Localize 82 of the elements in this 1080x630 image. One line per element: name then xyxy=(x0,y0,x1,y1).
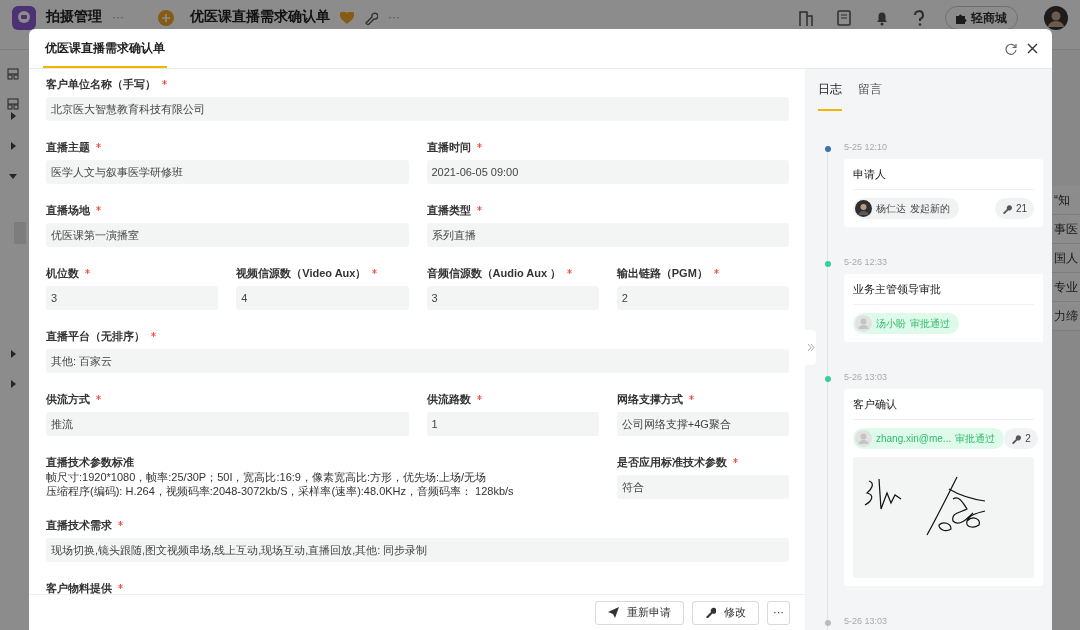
edit-button[interactable]: 修改 xyxy=(692,600,759,625)
timestamp: 5-26 13:03 xyxy=(844,615,888,628)
building-icon[interactable] xyxy=(799,10,813,26)
field-label: 视频信源数（Video Aux） xyxy=(236,265,367,281)
card-title: 客户确认 xyxy=(853,396,897,412)
close-icon[interactable] xyxy=(1027,43,1038,54)
field-label: 直播场地 xyxy=(46,202,90,218)
input-field[interactable]: 系列直播 xyxy=(426,223,789,247)
input-field[interactable]: 其他: 百家云 xyxy=(46,349,789,373)
field-label: 客户单位名称（手写） xyxy=(46,76,156,92)
field-label: 直播类型 xyxy=(426,202,471,218)
input-field[interactable]: 3 xyxy=(46,286,219,310)
timestamp: 5-25 12:10 xyxy=(844,141,888,154)
dialog-title: 优医课直播需求确认单 xyxy=(43,29,167,68)
input-field[interactable]: 推流 xyxy=(46,412,409,436)
input-field[interactable]: 公司网络支撑+4G聚合 xyxy=(616,412,789,436)
field-label: 直播平台（无排序） xyxy=(46,328,145,344)
input-field[interactable]: 1 xyxy=(426,412,599,436)
timestamp: 5-26 12:33 xyxy=(844,256,888,269)
wrench-icon xyxy=(705,607,716,618)
page-title: 优医课直播需求确认单 xyxy=(190,7,330,26)
table-cell-text: “知 xyxy=(1054,192,1070,209)
field-label: 输出链路（PGM） xyxy=(616,265,708,281)
table-cell-text: 事医 xyxy=(1054,221,1078,238)
tab[interactable]: 日志 xyxy=(818,69,842,111)
field-label: 直播时间 xyxy=(426,139,471,155)
more-button[interactable]: ··· xyxy=(767,600,790,625)
field-label: 网络支撑方式 xyxy=(616,391,683,407)
avatar xyxy=(855,200,872,217)
input-field[interactable]: 优医课第一演播室 xyxy=(46,223,409,247)
input-field[interactable]: 4 xyxy=(236,286,409,310)
note-text: 压缩程序(编码): H.264，视频码率:2048-3072kb/S，采样率(速率):48.0KHz，音频码率： 128kb/s xyxy=(46,484,515,498)
reapply-button[interactable]: 重新申请 xyxy=(595,600,684,625)
wrench-icon xyxy=(1001,203,1012,214)
timestamp: 5-26 13:03 xyxy=(844,371,888,384)
book-icon[interactable] xyxy=(837,10,851,26)
input-field[interactable]: 北京医大智慧教育科技有限公司 xyxy=(46,97,789,121)
input-field[interactable]: 符合 xyxy=(616,475,789,499)
refresh-icon[interactable] xyxy=(1005,42,1017,55)
note-text: 帧尺寸:1920*1080，帧率:25/30P；50I，宽高比:16:9，像素宽高比:方形，优先场:上场/无场 xyxy=(46,470,488,484)
user-name: zhang.xin@me... xyxy=(876,432,952,446)
count-badge[interactable]: 2 xyxy=(1004,428,1038,449)
puzzle-icon xyxy=(956,12,967,24)
field-label: 是否应用标准技术参数 xyxy=(616,454,727,470)
user-name: 杨仁达 xyxy=(876,202,906,216)
collapse-handle[interactable] xyxy=(805,330,816,365)
send-icon xyxy=(608,607,619,618)
field-label: 直播技术需求 xyxy=(46,517,112,533)
input-field[interactable]: 2021-06-05 09:00 xyxy=(426,160,789,184)
tab[interactable]: 留言 xyxy=(858,69,882,111)
user-name: 汤小盼 xyxy=(876,317,906,331)
field-label: 客户物料提供 xyxy=(46,580,112,594)
card-title: 申请人 xyxy=(853,166,886,182)
input-field[interactable]: 3 xyxy=(426,286,599,310)
field-label: 直播技术参数标准 xyxy=(46,454,134,470)
input-field[interactable]: 现场切换,镜头跟随,图文视频串场,线上互动,现场互动,直播回放,其他: 同步录制 xyxy=(46,538,789,562)
card-title: 业务主管领导审批 xyxy=(853,281,941,297)
bell-icon[interactable] xyxy=(875,10,889,26)
field-label: 供流路数 xyxy=(426,391,471,407)
input-field[interactable]: 医学人文与叙事医学研修班 xyxy=(46,160,409,184)
input-field[interactable]: 2 xyxy=(616,286,789,310)
status-text: 审批通过 xyxy=(910,317,950,331)
table-cell-text: 力缔 xyxy=(1054,308,1078,325)
help-icon[interactable] xyxy=(913,10,925,26)
field-label: 供流方式 xyxy=(46,391,90,407)
grid-icon[interactable] xyxy=(6,68,19,80)
count-badge[interactable]: 21 xyxy=(994,198,1034,219)
double-chevron-icon xyxy=(806,343,815,352)
field-label: 音频信源数（Audio Aux ） xyxy=(426,265,562,281)
field-label: 机位数 xyxy=(46,265,79,281)
grid-icon[interactable] xyxy=(6,98,19,110)
field-label: 直播主题 xyxy=(46,139,90,155)
table-cell-text: 国人 xyxy=(1054,250,1078,267)
avatar[interactable] xyxy=(1044,6,1068,30)
status-text: 发起新的 xyxy=(910,202,950,216)
wrench-icon[interactable] xyxy=(364,11,378,25)
avatar-icon xyxy=(855,430,872,447)
wrench-icon xyxy=(1011,433,1022,444)
status-text: 审批通过 xyxy=(955,432,996,446)
avatar-icon xyxy=(855,315,872,332)
table-cell-text: 专业 xyxy=(1054,279,1078,296)
app-name: 拍摄管理 xyxy=(46,7,102,26)
